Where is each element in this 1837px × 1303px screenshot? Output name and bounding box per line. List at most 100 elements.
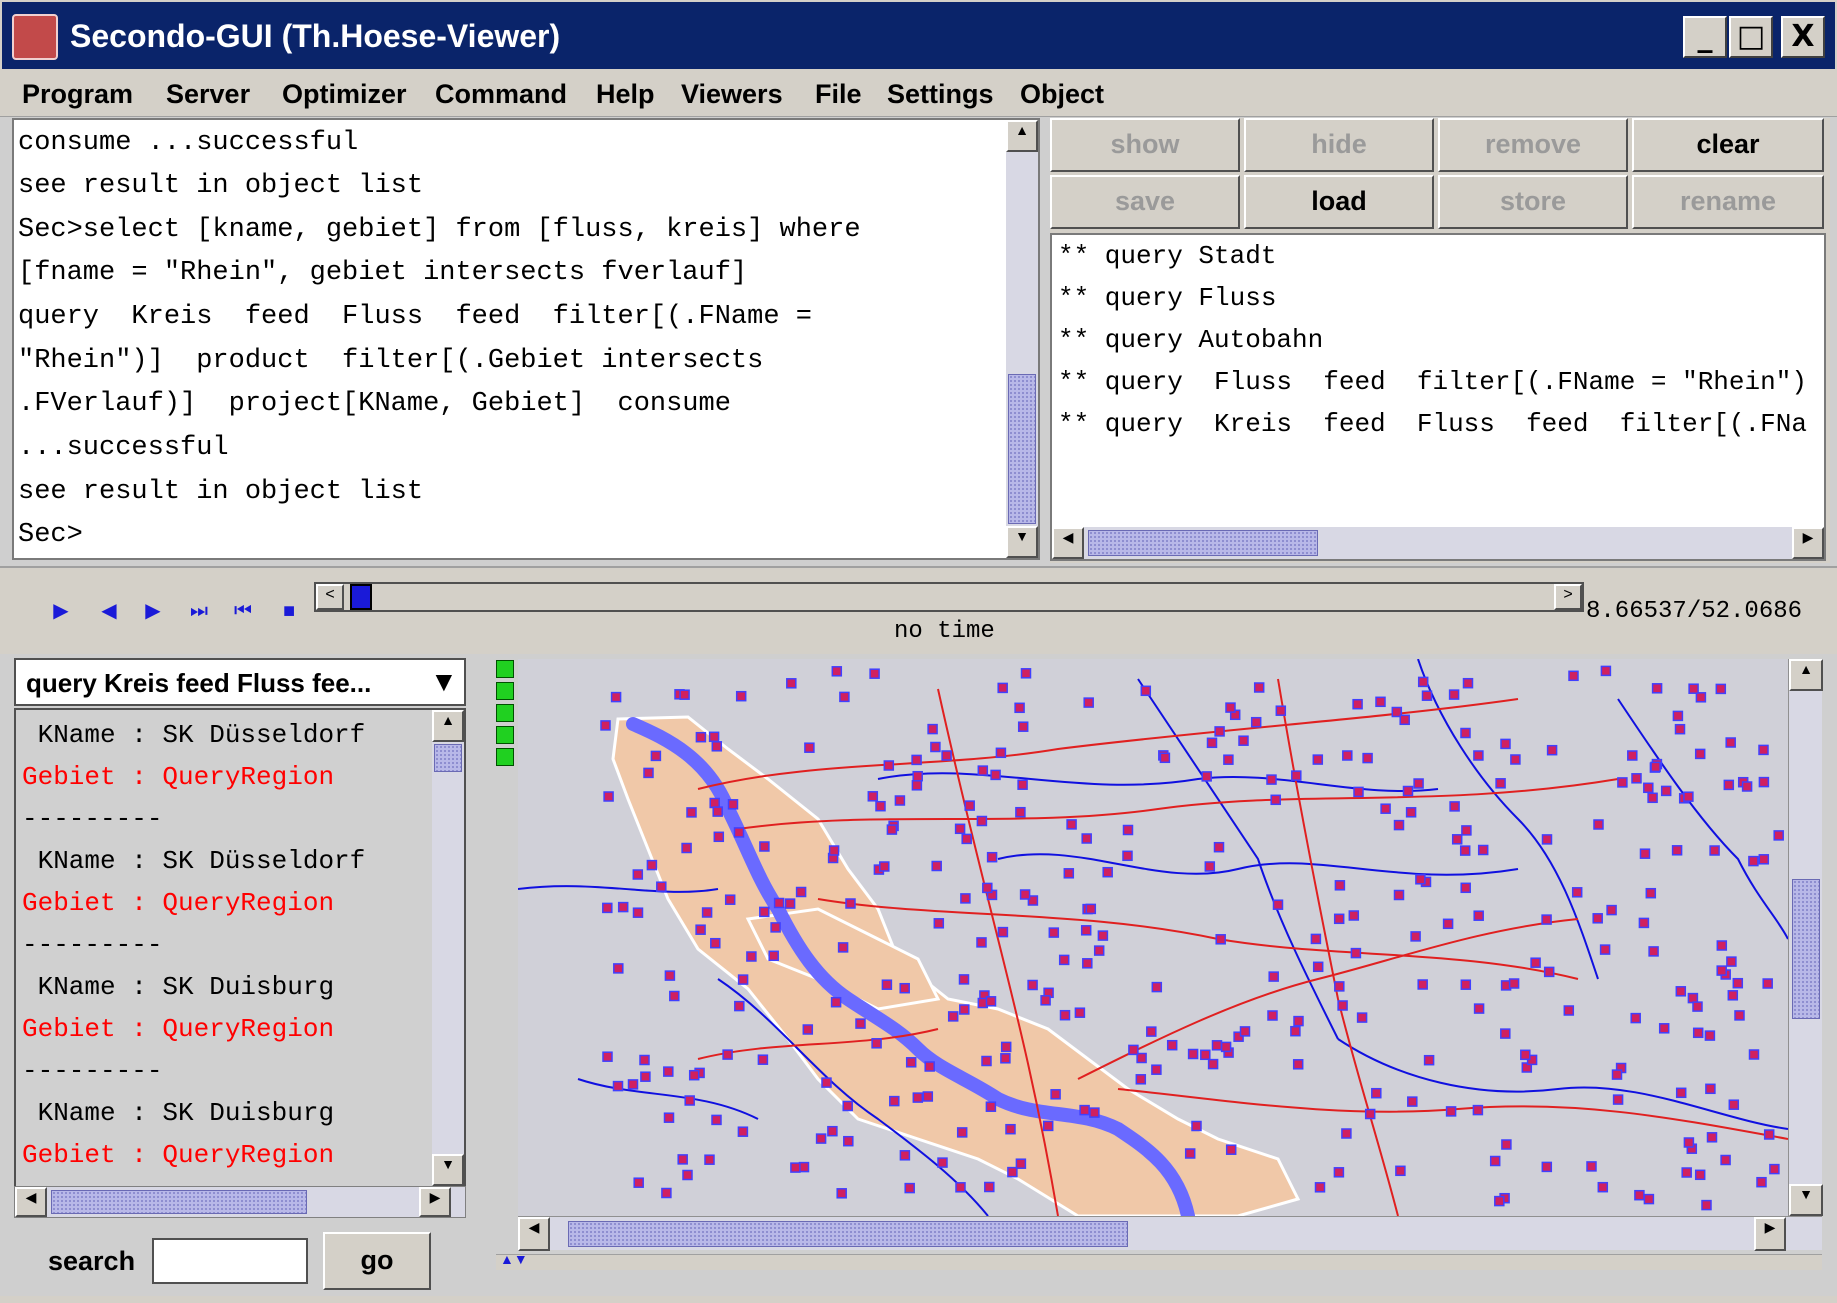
- rename-button[interactable]: rename: [1632, 175, 1824, 229]
- menu-optimizer[interactable]: Optimizer: [282, 71, 407, 117]
- city-marker: [1342, 750, 1353, 761]
- go-button[interactable]: go: [323, 1232, 431, 1290]
- menu-program[interactable]: Program: [22, 71, 133, 117]
- map-canvas[interactable]: [518, 659, 1788, 1216]
- clear-button[interactable]: clear: [1632, 118, 1824, 172]
- slider-start-button[interactable]: <: [316, 584, 344, 610]
- query-select[interactable]: query Kreis feed Fluss fee... ▼: [14, 658, 466, 706]
- map-vscrollbar[interactable]: ▲ ▼: [1788, 659, 1823, 1216]
- menu-object[interactable]: Object: [1020, 71, 1104, 117]
- city-marker: [1417, 979, 1428, 990]
- list-item[interactable]: ** query Fluss feed filter[(.FName = "Rh…: [1058, 367, 1807, 397]
- map-view[interactable]: [518, 659, 1788, 1216]
- map-vscroll-thumb[interactable]: [1792, 879, 1820, 1019]
- city-marker: [1334, 880, 1346, 891]
- menu-settings[interactable]: Settings: [887, 71, 994, 117]
- city-marker: [602, 902, 613, 914]
- command-console[interactable]: consume ...successful see result in obje…: [12, 118, 1040, 560]
- list-item[interactable]: ** query Fluss: [1058, 283, 1276, 313]
- scroll-right-arrow-icon[interactable]: ▶: [419, 1187, 451, 1217]
- object-list[interactable]: ** query Stadt ** query Fluss ** query A…: [1050, 233, 1826, 561]
- city-marker: [1014, 702, 1025, 714]
- city-marker: [1393, 889, 1405, 901]
- city-marker: [1405, 807, 1417, 818]
- scroll-right-arrow-icon[interactable]: ▶: [1792, 527, 1824, 559]
- list-item[interactable]: ** query Stadt: [1058, 241, 1276, 271]
- search-input[interactable]: [152, 1238, 308, 1284]
- stop-icon[interactable]: ■: [280, 601, 298, 621]
- scroll-up-arrow-icon[interactable]: ▲: [1006, 120, 1038, 152]
- console-scrollbar[interactable]: ▲ ▼: [1006, 120, 1038, 558]
- save-button[interactable]: save: [1050, 175, 1240, 229]
- city-marker: [871, 1038, 882, 1049]
- result-line: KName : SK Duisburg: [22, 1098, 335, 1128]
- menu-command[interactable]: Command: [435, 71, 567, 117]
- layer-toggle[interactable]: [496, 660, 514, 678]
- scroll-left-arrow-icon[interactable]: ◀: [15, 1187, 47, 1217]
- list-item[interactable]: ** query Kreis feed Fluss feed filter[(.…: [1058, 409, 1807, 439]
- object-list-hscrollbar[interactable]: ◀ ▶: [1052, 527, 1824, 559]
- scroll-down-arrow-icon[interactable]: ▼: [1006, 526, 1038, 558]
- play-backward-icon[interactable]: ◀: [100, 601, 118, 621]
- city-marker: [1723, 779, 1735, 791]
- play-icon[interactable]: ▶: [52, 601, 70, 621]
- city-marker: [1489, 1155, 1501, 1167]
- console-line: "Rhein")] product filter[(.Gebiet inters…: [18, 346, 764, 376]
- city-marker: [1631, 773, 1642, 784]
- city-marker: [1291, 770, 1302, 781]
- layer-toggle[interactable]: [496, 748, 514, 766]
- city-marker: [1048, 927, 1060, 938]
- city-marker: [1706, 1132, 1718, 1143]
- chevron-down-icon[interactable]: ▼: [430, 666, 458, 698]
- result-scroll-thumb[interactable]: [434, 744, 462, 772]
- layer-toggle[interactable]: [496, 682, 514, 700]
- city-marker: [899, 982, 910, 994]
- city-marker: [1449, 801, 1460, 812]
- city-marker: [1715, 683, 1727, 695]
- store-button[interactable]: store: [1438, 175, 1628, 229]
- scroll-right-arrow-icon[interactable]: ▶: [1754, 1217, 1786, 1251]
- result-list-scrollbar[interactable]: ▲ ▼: [432, 710, 464, 1186]
- load-button[interactable]: load: [1244, 175, 1434, 229]
- menu-file[interactable]: File: [815, 71, 862, 117]
- slider-end-button[interactable]: >: [1554, 584, 1582, 610]
- time-slider[interactable]: < >: [314, 582, 1584, 612]
- layer-toggle[interactable]: [496, 726, 514, 744]
- slider-thumb[interactable]: [350, 584, 372, 610]
- hide-button[interactable]: hide: [1244, 118, 1434, 172]
- menu-viewers[interactable]: Viewers: [681, 71, 783, 117]
- expand-up-icon[interactable]: ▲▼: [500, 1251, 528, 1267]
- layer-toggle[interactable]: [496, 704, 514, 722]
- console-scroll-thumb[interactable]: [1008, 374, 1036, 524]
- step-forward-icon[interactable]: ▶: [144, 601, 162, 621]
- scroll-down-arrow-icon[interactable]: ▼: [432, 1154, 464, 1186]
- city-marker: [613, 963, 624, 974]
- map-hscrollbar[interactable]: ◀ ▶: [518, 1216, 1822, 1251]
- result-list[interactable]: KName : SK Düsseldorf Gebiet : QueryRegi…: [14, 708, 466, 1188]
- scroll-left-arrow-icon[interactable]: ◀: [518, 1217, 550, 1251]
- scroll-left-arrow-icon[interactable]: ◀: [1052, 527, 1084, 559]
- split-divider[interactable]: ▲▼: [496, 1251, 1822, 1270]
- result-list-hscrollbar[interactable]: ◀ ▶: [14, 1186, 466, 1218]
- city-marker: [798, 1161, 810, 1173]
- result-hscroll-thumb[interactable]: [51, 1190, 307, 1214]
- result-line: KName : SK Düsseldorf: [22, 720, 366, 750]
- skip-start-icon[interactable]: ⏮: [234, 601, 252, 621]
- city-marker: [886, 824, 898, 835]
- map-hscroll-thumb[interactable]: [568, 1221, 1128, 1247]
- scroll-down-arrow-icon[interactable]: ▼: [1789, 1184, 1823, 1216]
- list-item[interactable]: ** query Autobahn: [1058, 325, 1323, 355]
- remove-button[interactable]: remove: [1438, 118, 1628, 172]
- close-button[interactable]: X: [1781, 16, 1825, 58]
- scroll-up-arrow-icon[interactable]: ▲: [1789, 659, 1823, 691]
- minimize-button[interactable]: _: [1683, 16, 1727, 58]
- skip-end-icon[interactable]: ⏭: [190, 601, 208, 621]
- maximize-button[interactable]: □: [1729, 16, 1773, 58]
- show-button[interactable]: show: [1050, 118, 1240, 172]
- city-marker: [930, 741, 941, 753]
- scroll-up-arrow-icon[interactable]: ▲: [432, 710, 464, 742]
- object-list-scroll-thumb[interactable]: [1088, 530, 1318, 556]
- menu-help[interactable]: Help: [596, 71, 655, 117]
- menu-server[interactable]: Server: [166, 71, 250, 117]
- city-marker: [1223, 754, 1234, 765]
